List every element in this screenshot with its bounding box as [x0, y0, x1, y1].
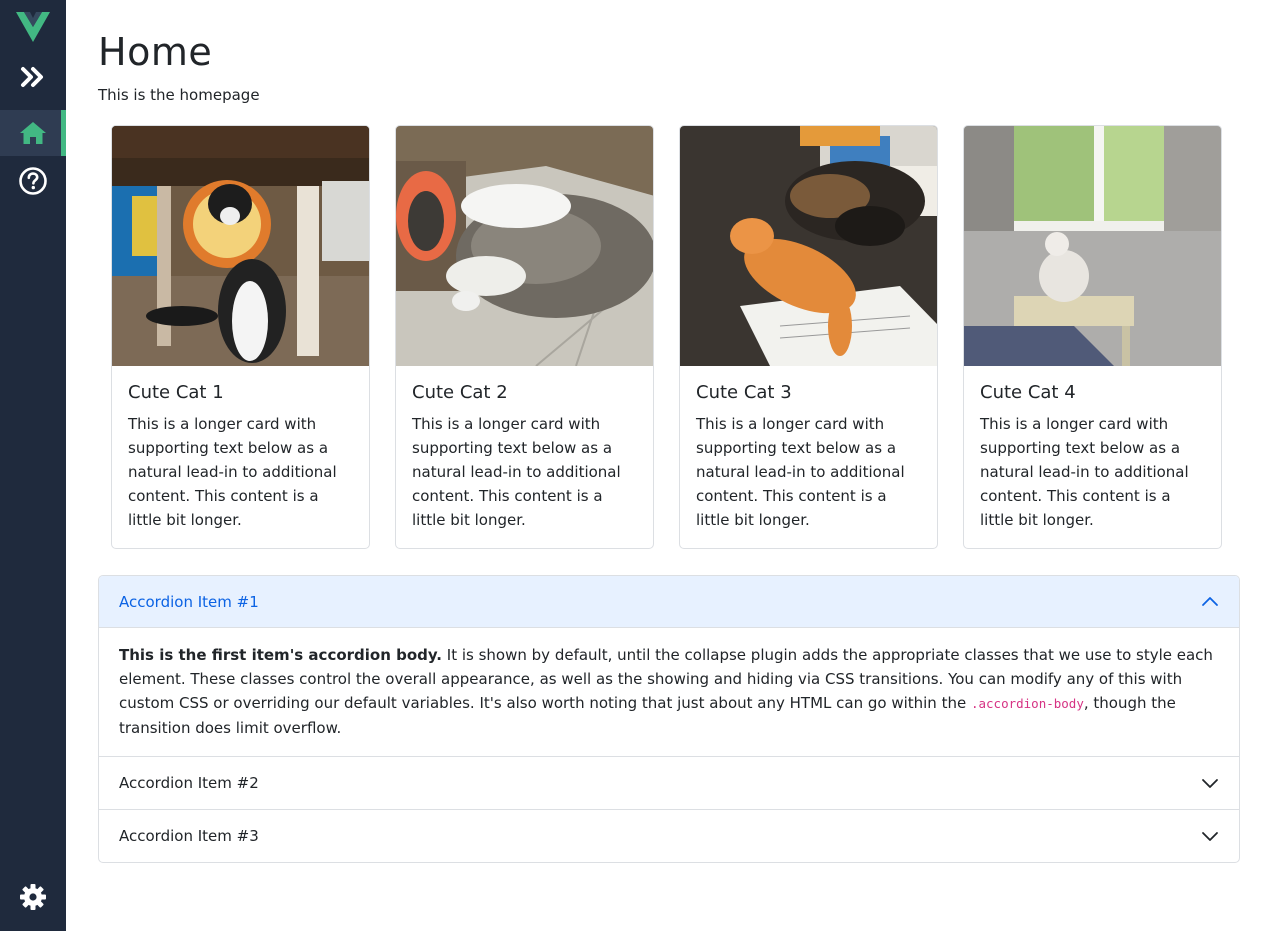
- accordion-header-label: Accordion Item #3: [119, 827, 259, 845]
- page-subtitle: This is the homepage: [98, 86, 260, 104]
- card-body: Cute Cat 1 This is a longer card with su…: [112, 366, 369, 532]
- card-body: Cute Cat 2 This is a longer card with su…: [396, 366, 653, 532]
- accordion-item: Accordion Item #1 This is the first item…: [99, 576, 1239, 756]
- card-grid: Cute Cat 1 This is a longer card with su…: [111, 125, 1227, 549]
- accordion-body: This is the first item's accordion body.…: [99, 628, 1239, 756]
- card: Cute Cat 4 This is a longer card with su…: [963, 125, 1222, 549]
- chevron-down-icon: [1202, 832, 1218, 841]
- accordion-item: Accordion Item #2: [99, 756, 1239, 809]
- card-text: This is a longer card with supporting te…: [696, 415, 905, 529]
- accordion-body-code: .accordion-body: [970, 696, 1084, 711]
- card-title: Cute Cat 3: [696, 382, 792, 403]
- accordion-header-label: Accordion Item #2: [119, 774, 259, 792]
- double-chevron-right-icon: [21, 67, 43, 87]
- accordion-header-label: Accordion Item #1: [119, 592, 259, 611]
- accordion-header-3[interactable]: Accordion Item #3: [99, 810, 1239, 862]
- sidebar: [0, 0, 66, 931]
- page-title: Home: [98, 30, 213, 74]
- card-image-cat-3: [680, 126, 937, 366]
- chevron-down-icon: [1202, 779, 1218, 788]
- card-title: Cute Cat 4: [980, 382, 1076, 403]
- chevron-up-icon: [1202, 596, 1218, 606]
- accordion-body-strong: This is the first item's accordion body.: [119, 646, 443, 664]
- vue-logo-icon[interactable]: [16, 12, 50, 42]
- card-body: Cute Cat 3 This is a longer card with su…: [680, 366, 937, 532]
- card-image-cat-4: [964, 126, 1221, 366]
- card-text: This is a longer card with supporting te…: [980, 415, 1189, 529]
- sidebar-item-help[interactable]: [0, 158, 66, 204]
- accordion: Accordion Item #1 This is the first item…: [98, 575, 1240, 863]
- accordion-header-2[interactable]: Accordion Item #2: [99, 757, 1239, 809]
- accordion-header-1[interactable]: Accordion Item #1: [99, 576, 1239, 628]
- home-icon: [20, 122, 46, 144]
- help-circle-icon: [19, 167, 47, 195]
- card-text: This is a longer card with supporting te…: [412, 415, 621, 529]
- card-image-cat-2: [396, 126, 653, 366]
- card-body: Cute Cat 4 This is a longer card with su…: [964, 366, 1221, 532]
- card: Cute Cat 2 This is a longer card with su…: [395, 125, 654, 549]
- card-image-cat-1: [112, 126, 369, 366]
- sidebar-expand-button[interactable]: [0, 54, 66, 100]
- card-title: Cute Cat 1: [128, 382, 224, 403]
- gear-icon: [20, 884, 46, 910]
- card: Cute Cat 1 This is a longer card with su…: [111, 125, 370, 549]
- sidebar-item-home[interactable]: [0, 110, 66, 156]
- sidebar-item-settings[interactable]: [0, 874, 66, 920]
- card-text: This is a longer card with supporting te…: [128, 415, 337, 529]
- card: Cute Cat 3 This is a longer card with su…: [679, 125, 938, 549]
- card-title: Cute Cat 2: [412, 382, 508, 403]
- accordion-item: Accordion Item #3: [99, 809, 1239, 862]
